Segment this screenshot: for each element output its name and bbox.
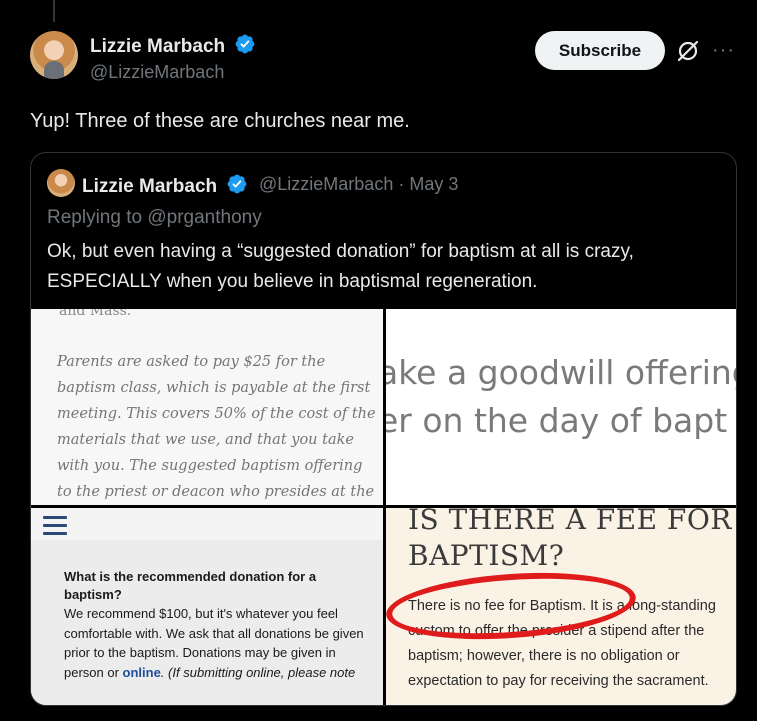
quoted-author-avatar <box>47 169 75 197</box>
image-2-line-1: ake a goodwill offering <box>386 353 737 392</box>
post-text: Yup! Three of these are churches near me… <box>30 110 410 132</box>
author-name[interactable]: Lizzie Marbach <box>90 33 256 58</box>
media-image-1[interactable]: and Mass. Parents are asked to pay $25 f… <box>31 309 383 505</box>
thread-connector-line <box>53 0 55 22</box>
media-grid[interactable]: and Mass. Parents are asked to pay $25 f… <box>31 309 737 705</box>
subscribe-button[interactable]: Subscribe <box>535 31 665 70</box>
quoted-date: May 3 <box>409 174 459 194</box>
quoted-handle: @LizzieMarbach <box>259 174 394 194</box>
replying-to-mention[interactable]: @prganthony <box>147 207 261 228</box>
image-4-heading: IS THERE A FEE FOR BAPTISM? <box>408 508 732 572</box>
quoted-post-card[interactable]: Lizzie Marbach @LizzieMarbach · May 3 Re… <box>30 152 737 706</box>
media-image-2[interactable]: ake a goodwill offering er on the day of… <box>386 309 737 505</box>
more-options-icon[interactable]: ··· <box>712 38 736 62</box>
quoted-post-body: Ok, but even having a “suggested donatio… <box>47 241 634 292</box>
author-handle[interactable]: @LizzieMarbach <box>90 62 224 83</box>
image-1-text: Parents are asked to pay $25 for the bap… <box>57 354 376 500</box>
meta-separator: · <box>398 174 405 194</box>
media-image-3[interactable]: What is the recommended donation for a b… <box>31 508 383 705</box>
quoted-meta: @LizzieMarbach · May 3 <box>259 174 458 195</box>
image-3-question: What is the recommended donation for a b… <box>64 569 317 602</box>
media-image-4[interactable]: IS THERE A FEE FOR BAPTISM? There is no … <box>386 508 736 705</box>
verified-badge-icon <box>228 174 247 194</box>
verified-badge-icon <box>236 34 255 54</box>
image-2-line-2: er on the day of bapt <box>386 401 728 440</box>
author-avatar[interactable] <box>30 31 78 79</box>
hamburger-menu-icon <box>43 516 67 536</box>
quoted-author-name: Lizzie Marbach <box>82 173 248 198</box>
grok-icon[interactable] <box>675 38 701 64</box>
image-3-answer: We recommend $100, but it's whatever you… <box>64 606 364 680</box>
replying-to-line: Replying to @prganthony <box>47 207 262 228</box>
